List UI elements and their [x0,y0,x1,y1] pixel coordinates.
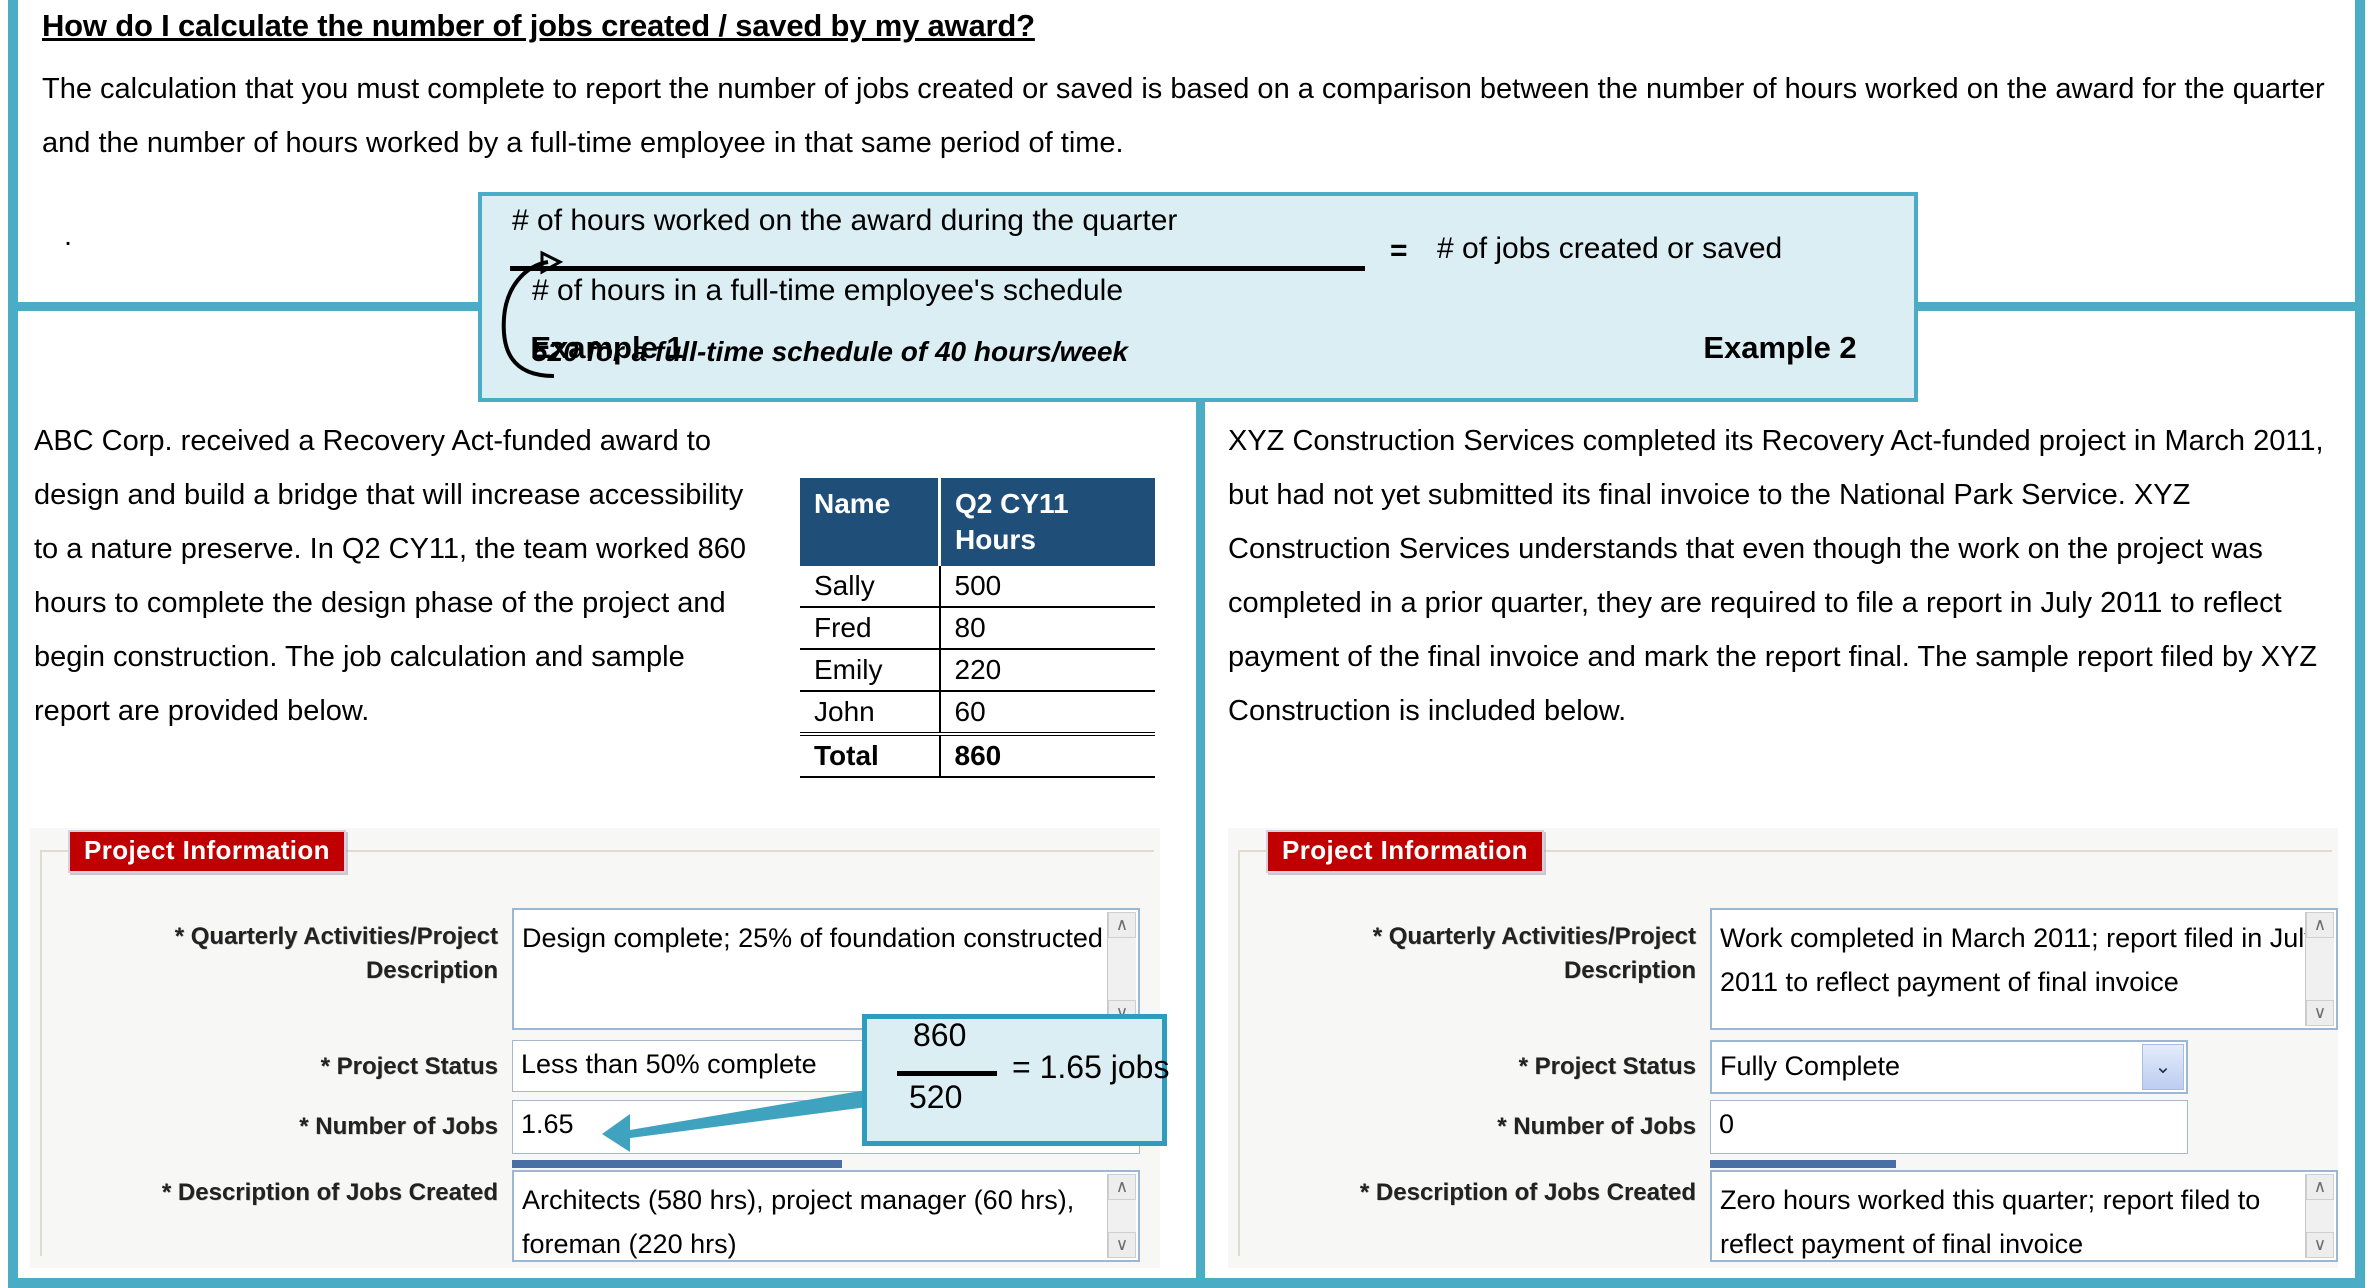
calc-fraction-bar [897,1071,997,1076]
scroll-up-icon[interactable]: ∧ [1108,1174,1136,1200]
example-1-paragraph: ABC Corp. received a Recovery Act-funded… [34,425,746,727]
project-information-legend: Project Information [68,830,346,873]
cell-total-value: 860 [939,732,1155,778]
project-information-legend: Project Information [1266,830,1544,873]
quarterly-activities-textarea[interactable]: Design complete; 25% of foundation const… [512,908,1140,1030]
description-of-jobs-value: Architects (580 hrs), project manager (6… [522,1185,1075,1259]
number-of-jobs-input[interactable]: 0 [1710,1100,2188,1154]
curved-arrow-icon [501,250,564,378]
calc-numerator: 860 [913,1017,967,1053]
formula-denominator: # of hours in a full-time employee's sch… [532,274,1124,307]
formula-result: # of jobs created or saved [1437,232,1783,265]
table-row: John 60 [800,691,1155,735]
scroll-down-icon[interactable]: ∨ [2306,1000,2334,1026]
cell-name: John [800,691,941,735]
cell-hours: 500 [939,566,1155,608]
page-title: How do I calculate the number of jobs cr… [42,8,1035,43]
intro-paragraph: The calculation that you must complete t… [42,73,2325,159]
table-header-row: Name Q2 CY11 Hours [800,478,1155,566]
quarterly-activities-value: Design complete; 25% of foundation const… [522,923,1103,953]
stray-period: . [64,220,73,252]
formula-numerator: # of hours worked on the award during th… [512,204,1178,237]
cell-hours: 80 [939,607,1155,650]
example-2-paragraph: XYZ Construction Services completed its … [1228,425,2324,727]
hours-table: Name Q2 CY11 Hours Sally 500 Fred 80 Emi… [800,478,1155,778]
scrollbar[interactable]: ∧ ∨ [2305,912,2334,1026]
number-of-jobs-label: * Number of Jobs [299,1113,498,1140]
quarterly-activities-textarea[interactable]: Work completed in March 2011; report fil… [1710,908,2338,1030]
scrollbar[interactable]: ∧ ∨ [1107,912,1136,1026]
jobs-calculation-callout: 860 520 = 1.65 jobs [862,1014,1170,1146]
description-of-jobs-label: * Description of Jobs Created [1359,1179,1696,1206]
quarterly-activities-label: * Quarterly Activities/Project Descripti… [1372,923,1696,984]
table-row: Emily 220 [800,649,1155,692]
formula-callout: # of hours worked on the award during th… [478,192,1918,402]
example-2-form-panel: Project Information * Quarterly Activiti… [1228,828,2338,1268]
number-of-jobs-value: 0 [1719,1109,1735,1139]
chevron-down-icon[interactable]: ⌄ [2142,1044,2184,1090]
frame-border-right [2355,0,2365,1288]
quarterly-activities-value: Work completed in March 2011; report fil… [1720,923,2318,997]
table-row: Sally 500 [800,566,1155,608]
cell-total-label: Total [800,732,941,778]
project-status-value: Fully Complete [1720,1051,1901,1081]
scroll-up-icon[interactable]: ∧ [2306,1174,2334,1200]
cell-hours: 60 [939,691,1155,735]
project-status-select[interactable]: Fully Complete ⌄ [1710,1040,2188,1094]
field-shadow-accent [1710,1160,1896,1168]
calc-denominator: 520 [909,1079,963,1115]
column-header-name: Name [800,478,941,566]
example-1-heading: Example 1 [530,330,684,365]
scroll-down-icon[interactable]: ∨ [2306,1232,2334,1258]
column-divider [1196,311,1205,1278]
table-row: Fred 80 [800,607,1155,650]
scroll-down-icon[interactable]: ∨ [1108,1232,1136,1258]
description-of-jobs-textarea[interactable]: Zero hours worked this quarter; report f… [1710,1170,2338,1262]
column-header-hours: Q2 CY11 Hours [939,478,1155,566]
table-total-row: Total 860 [800,732,1155,778]
frame-border-left [8,0,18,1288]
scrollbar[interactable]: ∧ ∨ [1107,1174,1136,1258]
cell-hours: 220 [939,649,1155,692]
scrollbar[interactable]: ∧ ∨ [2305,1174,2334,1258]
scroll-up-icon[interactable]: ∧ [2306,912,2334,938]
cell-name: Sally [800,566,941,608]
slide-canvas: How do I calculate the number of jobs cr… [0,0,2373,1288]
description-of-jobs-textarea[interactable]: Architects (580 hrs), project manager (6… [512,1170,1140,1262]
calc-result: = 1.65 jobs [1012,1049,1170,1085]
project-status-label: * Project Status [320,1053,498,1080]
frame-border-bottom [8,1278,2365,1288]
cell-name: Fred [800,607,941,650]
description-of-jobs-label: * Description of Jobs Created [161,1179,498,1206]
quarterly-activities-label: * Quarterly Activities/Project Descripti… [174,923,498,984]
left-arrow-icon [602,1086,890,1152]
project-status-label: * Project Status [1518,1053,1696,1080]
scroll-up-icon[interactable]: ∧ [1108,912,1136,938]
number-of-jobs-label: * Number of Jobs [1497,1113,1696,1140]
cell-name: Emily [800,649,941,692]
description-of-jobs-value: Zero hours worked this quarter; report f… [1720,1185,2261,1259]
formula-equals: = [1390,234,1408,267]
formula-fraction-bar [510,266,1365,271]
example-2-heading: Example 2 [1703,330,1857,365]
